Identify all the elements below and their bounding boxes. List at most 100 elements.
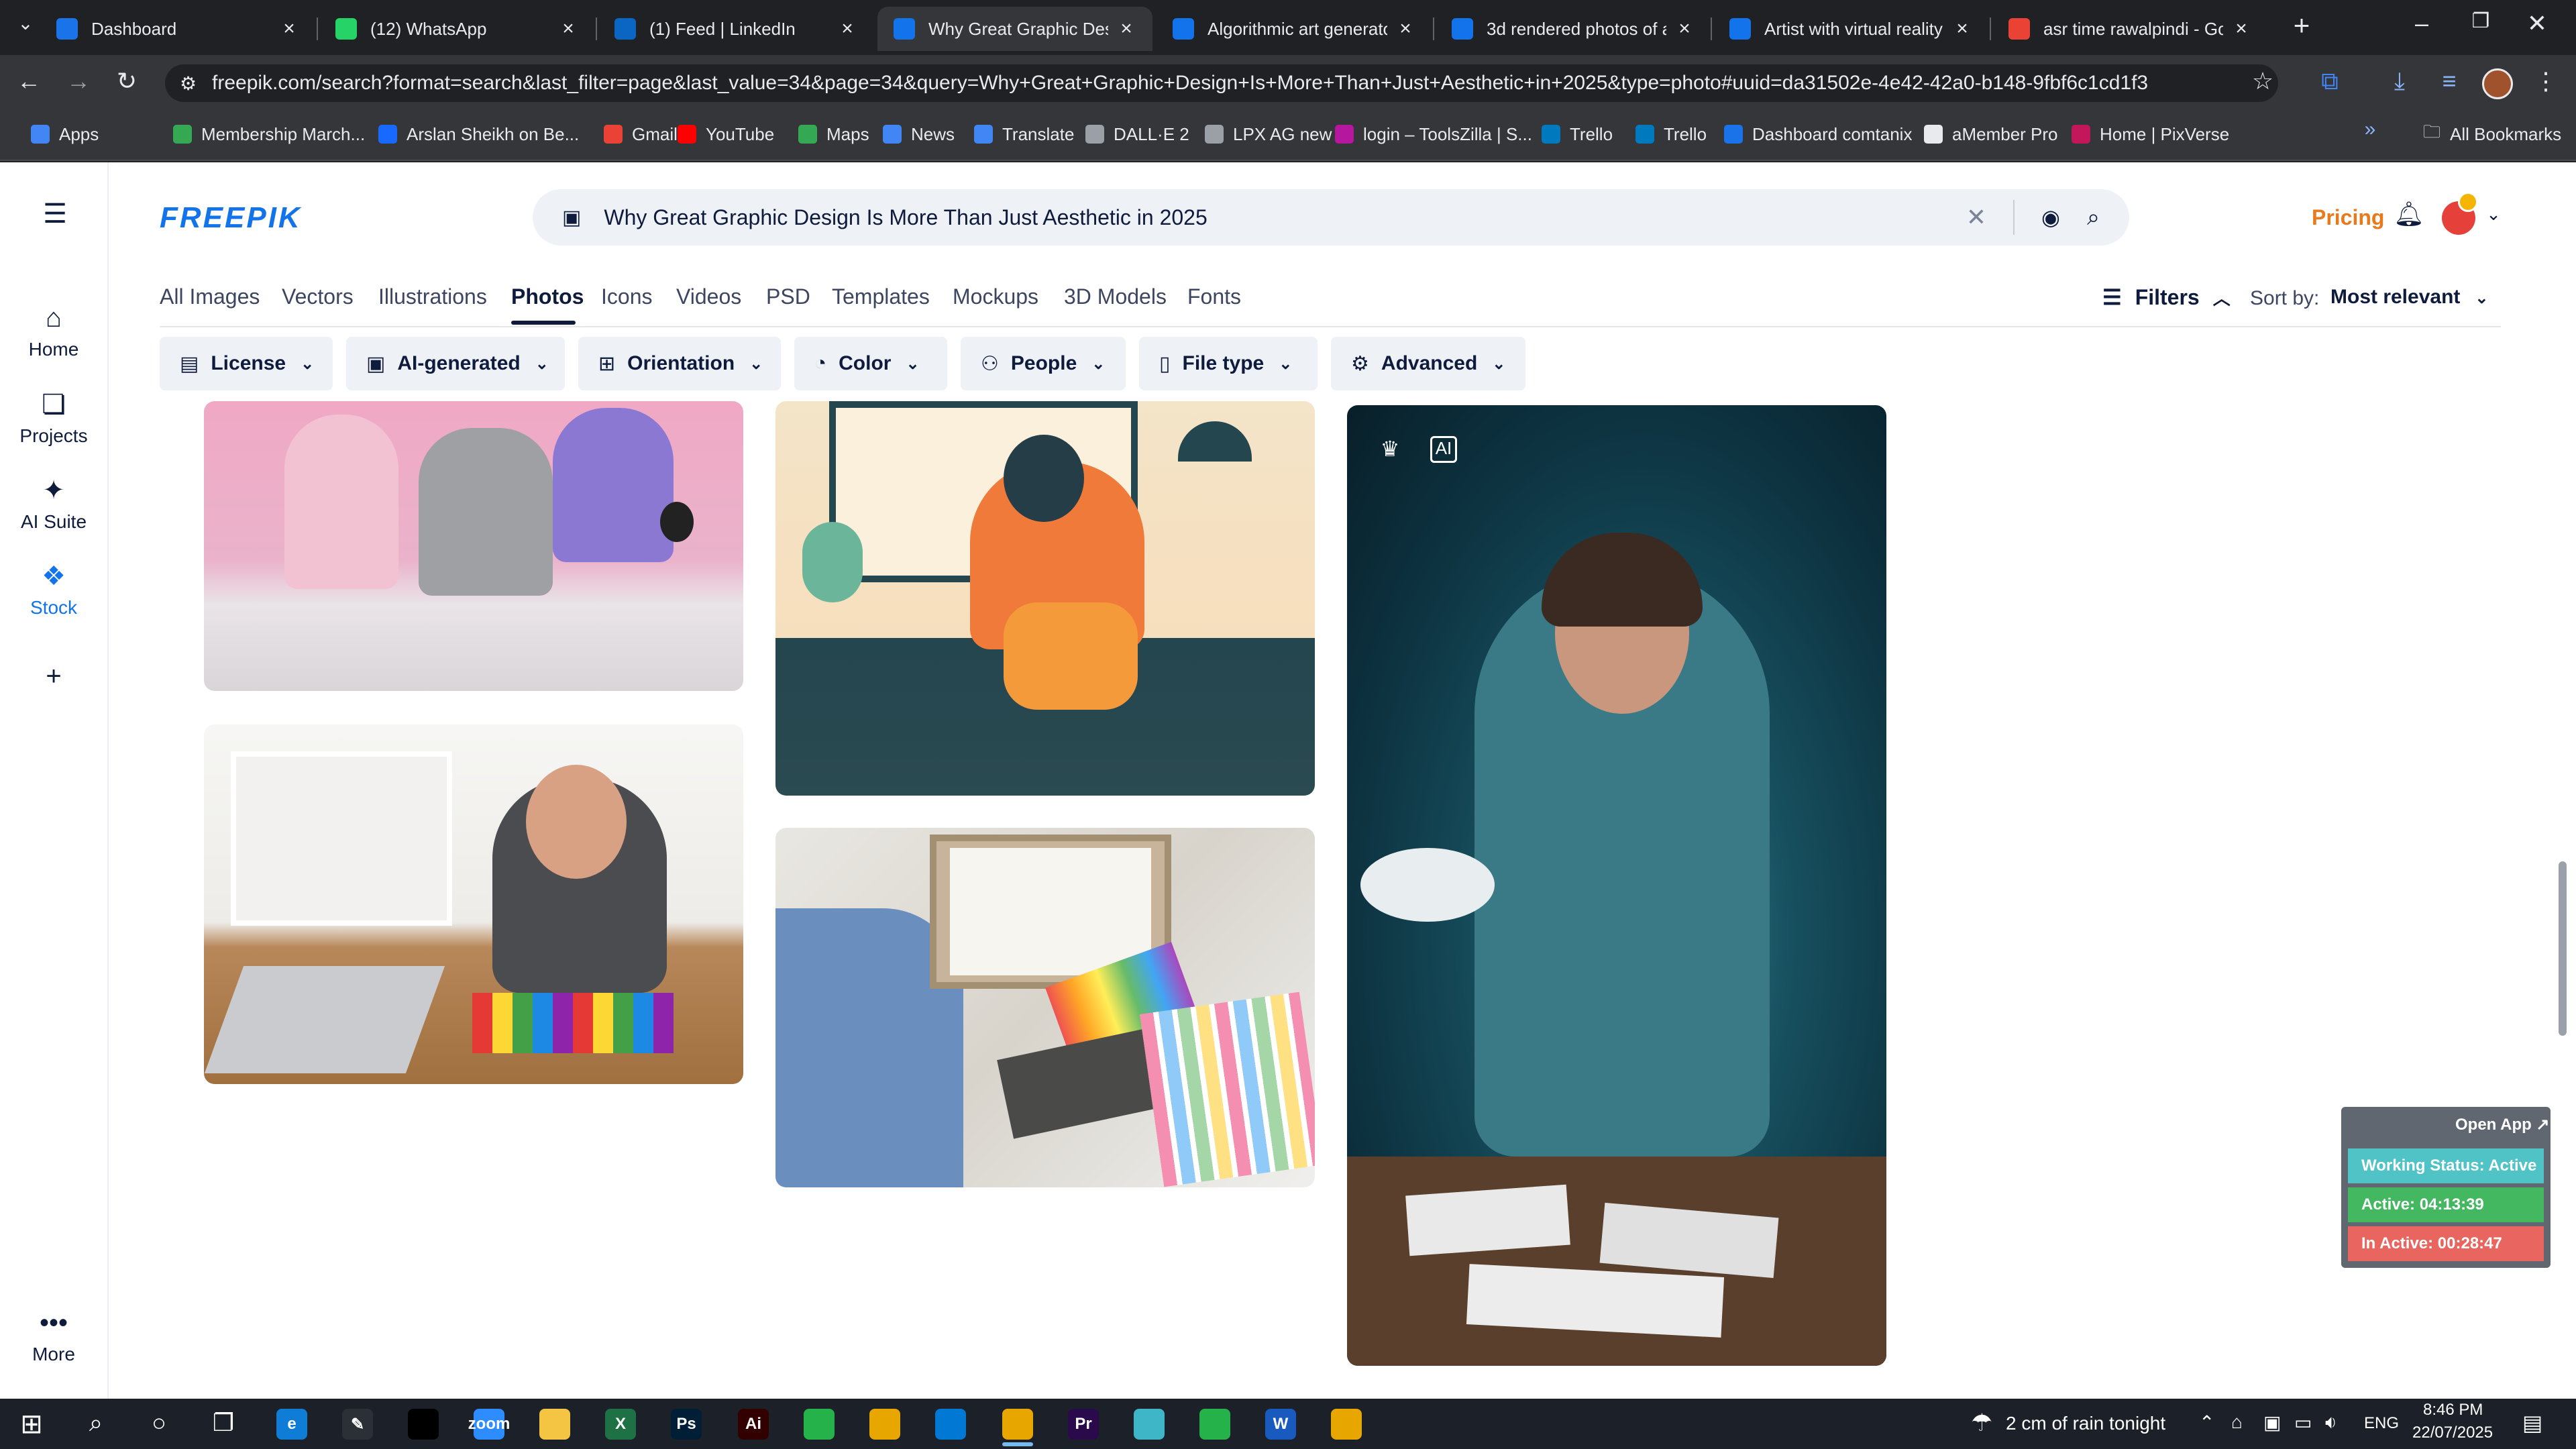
sidebar-more[interactable]: ••• More xyxy=(0,1308,107,1365)
photo-woman-makeup-palette[interactable] xyxy=(204,724,743,1084)
bookmark-item[interactable]: LPX AG new xyxy=(1205,121,1332,148)
tab-3d-models[interactable]: 3D Models xyxy=(1064,284,1167,309)
windows-start-icon[interactable]: ⊞ xyxy=(16,1409,47,1440)
search-bar[interactable]: ▣ Why Great Graphic Design Is More Than … xyxy=(533,189,2129,246)
word-icon[interactable]: W xyxy=(1265,1409,1296,1440)
bookmark-item[interactable]: Apps xyxy=(31,121,99,148)
browser-tab[interactable]: Artist with virtual reality × xyxy=(1713,7,1988,51)
illustrator-icon[interactable]: Ai xyxy=(738,1409,769,1440)
folder-icon[interactable] xyxy=(539,1409,570,1440)
notifications-icon[interactable]: ▤ xyxy=(2522,1410,2542,1436)
task-view-icon[interactable]: ❐ xyxy=(208,1409,239,1440)
chrome-icon-2[interactable] xyxy=(1002,1409,1033,1440)
bookmark-item[interactable]: aMember Pro xyxy=(1924,121,2058,148)
language-indicator[interactable]: ENG xyxy=(2364,1414,2399,1433)
menu-dots-icon[interactable]: ⋮ xyxy=(2529,67,2563,101)
tab-icons[interactable]: Icons xyxy=(601,284,652,309)
browser-tab[interactable]: (12) WhatsApp × xyxy=(319,7,594,51)
search-taskbar-icon[interactable]: ⌕ xyxy=(80,1409,111,1440)
forward-icon[interactable]: → xyxy=(62,67,95,101)
bookmark-item[interactable]: Trello xyxy=(1635,121,1707,148)
window-close-icon[interactable]: ✕ xyxy=(2517,9,2557,43)
pen-icon[interactable]: ✎ xyxy=(342,1409,373,1440)
bookmark-item[interactable]: Dashboard comtanix xyxy=(1724,121,1912,148)
browser-tab[interactable]: 3d rendered photos of ar × xyxy=(1436,7,1711,51)
search-input[interactable]: Why Great Graphic Design Is More Than Ju… xyxy=(604,205,1966,230)
restore-icon[interactable]: ❐ xyxy=(2461,9,2501,43)
new-tab-icon[interactable]: + xyxy=(2285,9,2318,43)
pricing-link[interactable]: Pricing xyxy=(2312,205,2384,230)
bookmark-item[interactable]: login – ToolsZilla | S... xyxy=(1335,121,1532,148)
filter-orientation[interactable]: ⊞ Orientation ⌄ xyxy=(578,337,781,390)
bookmark-item[interactable]: DALL·E 2 xyxy=(1085,121,1189,148)
search-icon[interactable]: ⌕ xyxy=(2087,205,2100,231)
media-icon[interactable]: ≡ xyxy=(2432,67,2466,101)
reload-icon[interactable]: ↻ xyxy=(110,67,144,101)
tab-search-icon[interactable]: ⌄ xyxy=(12,12,39,39)
filter-advanced[interactable]: ⚙ Advanced ⌄ xyxy=(1331,337,1525,390)
weather-icon[interactable]: ☂ xyxy=(1971,1409,1992,1437)
camera-icon[interactable]: ◉ xyxy=(2041,205,2060,230)
zoom-icon[interactable]: zoom xyxy=(468,1409,510,1440)
clock-date[interactable]: 22/07/2025 xyxy=(2412,1424,2493,1442)
excel-icon[interactable]: X xyxy=(605,1409,636,1440)
bookmark-item[interactable]: Membership March... xyxy=(173,121,365,148)
tab-videos[interactable]: Videos xyxy=(676,284,741,309)
account-chevron-icon[interactable]: ⌄ xyxy=(2482,204,2505,231)
photo-woman-hoodie-darkroom[interactable] xyxy=(1347,405,1886,1366)
filter-license[interactable]: ▤ License ⌄ xyxy=(160,337,333,390)
tab-close-icon[interactable]: × xyxy=(1395,17,1415,40)
address-bar[interactable]: ⚙ freepik.com/search?format=search&last_… xyxy=(165,64,2278,102)
shortcut-icon[interactable] xyxy=(804,1409,835,1440)
downloads-icon[interactable]: ⤓ xyxy=(2383,67,2416,101)
tab-templates[interactable]: Templates xyxy=(832,284,930,309)
browser-tab[interactable]: Algorithmic art generator × xyxy=(1157,7,1432,51)
tab-close-icon[interactable]: × xyxy=(2231,17,2251,40)
filter-file-type[interactable]: ▯ File type ⌄ xyxy=(1139,337,1318,390)
tab-close-icon[interactable]: × xyxy=(1116,17,1136,40)
browser-tab[interactable]: (1) Feed | LinkedIn × xyxy=(598,7,873,51)
photo-team-pink-office[interactable] xyxy=(204,401,743,691)
shortcut-icon-2[interactable] xyxy=(1199,1409,1230,1440)
tab-mockups[interactable]: Mockups xyxy=(953,284,1038,309)
bookmark-item[interactable]: Translate xyxy=(974,121,1074,148)
extensions-icon[interactable]: ⧉ xyxy=(2313,67,2347,101)
page-scrollbar-thumb[interactable] xyxy=(2559,861,2567,1036)
premiere-icon[interactable]: Pr xyxy=(1068,1409,1099,1440)
bell-icon[interactable]: 🔔︎ xyxy=(2392,200,2426,233)
bookmark-item[interactable]: Trello xyxy=(1542,121,1613,148)
back-icon[interactable]: ← xyxy=(12,67,46,101)
all-bookmarks[interactable]: 🗀 All Bookmarks xyxy=(2423,121,2561,148)
bookmark-item[interactable]: Arslan Sheikh on Be... xyxy=(378,121,579,148)
tab-close-icon[interactable]: × xyxy=(837,17,857,40)
bookmark-item[interactable]: YouTube xyxy=(678,121,774,148)
browser-tab[interactable]: asr time rawalpindi - Goo × xyxy=(1992,7,2267,51)
filter-ai-generated[interactable]: ▣ AI-generated ⌄ xyxy=(346,337,565,390)
browser-tab[interactable]: Dashboard × xyxy=(40,7,315,51)
bookmark-star-icon[interactable]: ☆ xyxy=(2246,67,2279,101)
bookmark-item[interactable]: Home | PixVerse xyxy=(2072,121,2229,148)
clear-search-icon[interactable]: ✕ xyxy=(1966,203,1986,231)
vscode-icon[interactable] xyxy=(935,1409,966,1440)
profile-avatar[interactable] xyxy=(2482,68,2513,99)
minimize-icon[interactable]: – xyxy=(2402,9,2442,43)
photo-designer-illustration[interactable] xyxy=(775,401,1315,796)
clock-time[interactable]: 8:46 PM xyxy=(2423,1401,2483,1419)
sidebar-item-add[interactable]: + xyxy=(0,661,107,697)
photo-designer-color-swatches[interactable] xyxy=(775,828,1315,1187)
volume-icon[interactable]: 🔉︎ xyxy=(2325,1411,2337,1434)
filter-people[interactable]: ⚇ People ⌄ xyxy=(961,337,1126,390)
freepik-logo[interactable]: FREEPIK xyxy=(160,201,302,235)
tab-close-icon[interactable]: × xyxy=(1674,17,1695,40)
tab-close-icon[interactable]: × xyxy=(558,17,578,40)
tab-psd[interactable]: PSD xyxy=(766,284,810,309)
tray-chevron-icon[interactable]: ⌃ xyxy=(2199,1411,2214,1434)
filter-color[interactable]: ◔ Color ⌄ xyxy=(794,337,947,390)
bookmark-item[interactable]: News xyxy=(883,121,955,148)
filters-toggle[interactable]: ☰ Filters ︿ xyxy=(2102,284,2231,310)
edge-icon[interactable]: e xyxy=(276,1409,307,1440)
open-app-link[interactable]: Open App ↗ xyxy=(2455,1115,2550,1134)
chrome-icon[interactable] xyxy=(869,1409,900,1440)
meet-icon[interactable]: ⌂ xyxy=(2231,1411,2243,1433)
weather-text[interactable]: 2 cm of rain tonight xyxy=(2006,1413,2165,1434)
